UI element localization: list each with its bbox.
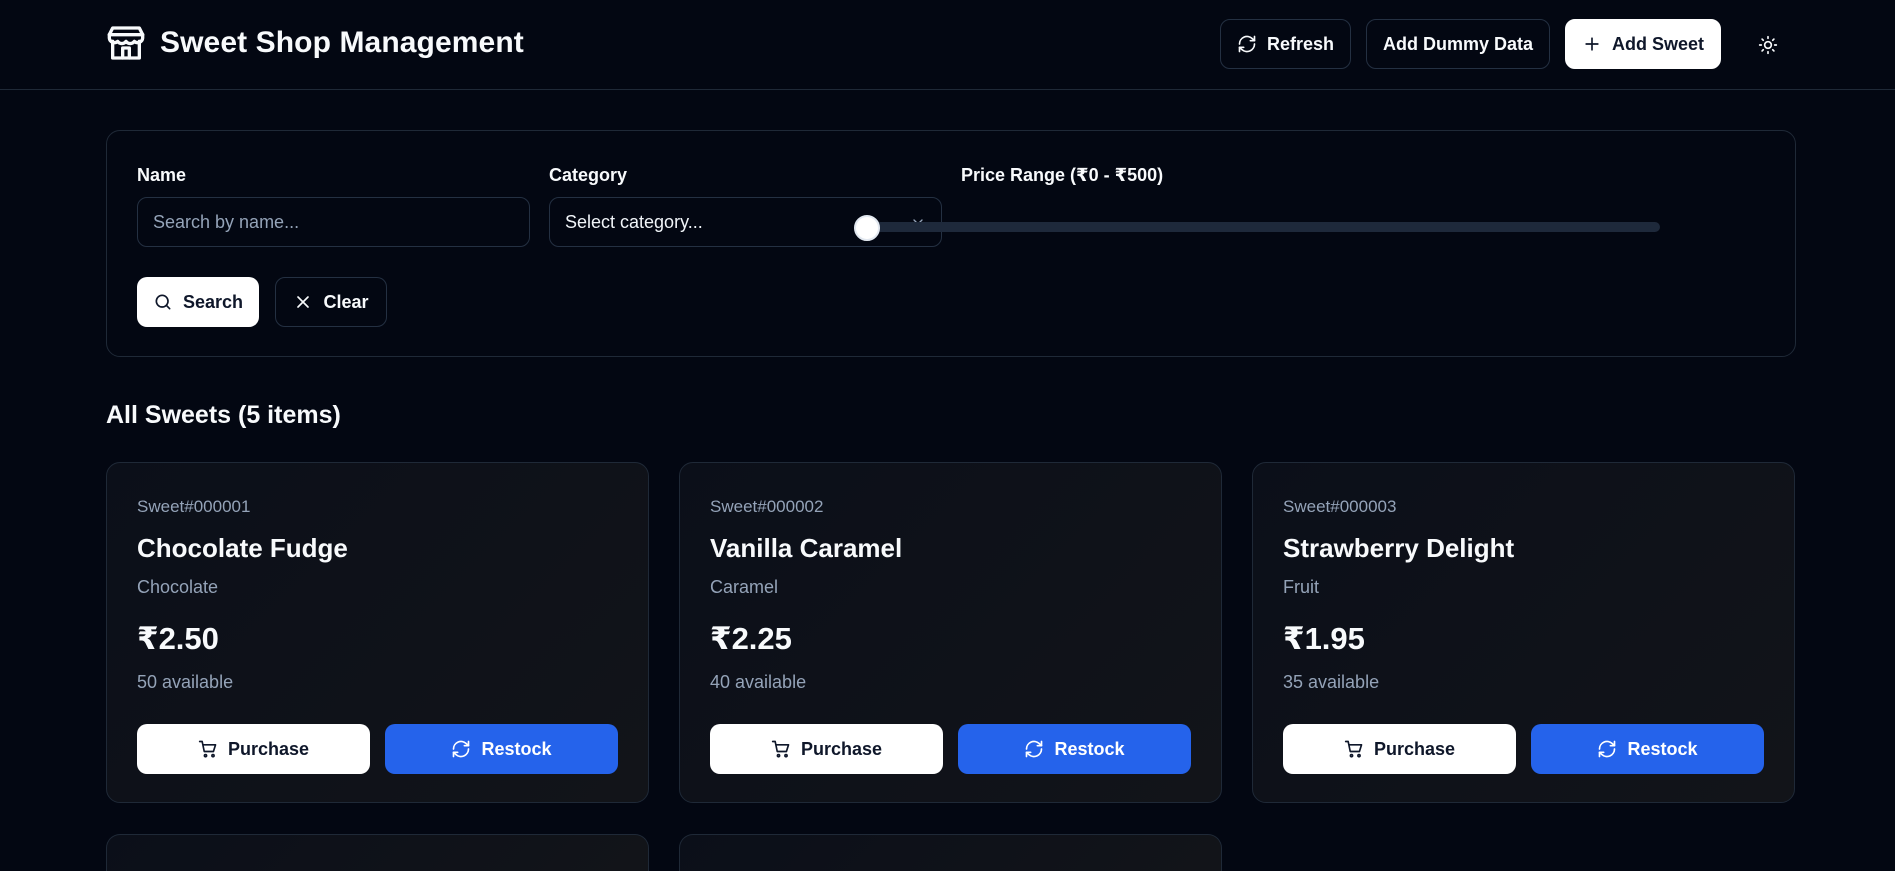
refresh-button[interactable]: Refresh <box>1220 19 1351 69</box>
name-search-input[interactable] <box>137 197 530 247</box>
purchase-label: Purchase <box>1373 738 1456 759</box>
sweet-card-partial <box>679 834 1222 871</box>
sweet-name: Chocolate Fudge <box>137 533 348 563</box>
add-dummy-data-button[interactable]: Add Dummy Data <box>1366 19 1550 69</box>
refresh-icon <box>1026 740 1043 758</box>
sweet-category: Chocolate <box>137 577 219 597</box>
restock-label: Restock <box>481 738 552 759</box>
category-label: Category <box>549 165 628 185</box>
restock-button[interactable]: Restock <box>1531 724 1764 774</box>
refresh-icon <box>1599 740 1616 758</box>
price-range-label: Price Range (₹0 - ₹500) <box>961 165 1164 185</box>
sweet-price: ₹2.50 <box>137 621 219 656</box>
search-icon <box>155 294 171 310</box>
sweet-card: Sweet#000002 Vanilla Caramel Caramel ₹2.… <box>679 462 1222 803</box>
sweet-stock: 50 available <box>137 672 234 692</box>
sweet-price: ₹1.95 <box>1283 621 1365 656</box>
restock-label: Restock <box>1627 738 1698 759</box>
sun-icon <box>1758 35 1778 55</box>
purchase-button[interactable]: Purchase <box>137 724 370 774</box>
refresh-icon <box>453 740 470 758</box>
clear-label: Clear <box>323 291 369 312</box>
plus-icon <box>1585 37 1599 51</box>
sweet-stock: 35 available <box>1283 672 1380 692</box>
refresh-label: Refresh <box>1266 33 1335 54</box>
sweet-name: Strawberry Delight <box>1283 533 1515 563</box>
category-select-value: Select category... <box>565 211 703 232</box>
restock-button[interactable]: Restock <box>385 724 618 774</box>
purchase-label: Purchase <box>227 738 310 759</box>
refresh-icon <box>1238 35 1256 53</box>
search-button[interactable]: Search <box>137 277 259 327</box>
sweet-id: Sweet#000003 <box>1283 497 1397 516</box>
search-label: Search <box>182 291 244 312</box>
sweet-card: Sweet#000001 Chocolate Fudge Chocolate ₹… <box>106 462 649 803</box>
sweet-id: Sweet#000002 <box>710 497 824 516</box>
sweet-category: Fruit <box>1283 577 1319 597</box>
sweet-card: Sweet#000003 Strawberry Delight Fruit ₹1… <box>1252 462 1795 803</box>
restock-button[interactable]: Restock <box>958 724 1191 774</box>
sweet-id: Sweet#000001 <box>137 497 251 516</box>
purchase-button[interactable]: Purchase <box>1283 724 1516 774</box>
sweet-card-partial <box>106 834 649 871</box>
cart-icon <box>1344 740 1363 758</box>
app-title: Sweet Shop Management <box>160 26 524 59</box>
close-icon <box>297 296 310 308</box>
sweets-list-title: All Sweets (5 items) <box>106 401 341 429</box>
cart-icon <box>198 740 217 758</box>
clear-button[interactable]: Clear <box>275 277 387 327</box>
restock-label: Restock <box>1054 738 1125 759</box>
add-sweet-label: Add Sweet <box>1611 33 1704 54</box>
purchase-button[interactable]: Purchase <box>710 724 943 774</box>
sweet-category: Caramel <box>710 577 779 597</box>
price-range-slider-track[interactable] <box>856 222 1660 232</box>
theme-toggle-button[interactable] <box>1755 32 1781 58</box>
sweet-name: Vanilla Caramel <box>710 533 903 563</box>
app-header: Sweet Shop Management Refresh Add Dummy … <box>0 0 1895 90</box>
filter-panel: Name Category Select category... Price R… <box>106 130 1796 357</box>
name-label: Name <box>137 165 187 185</box>
brand: Sweet Shop Management <box>106 23 524 63</box>
sweet-price: ₹2.25 <box>710 621 792 656</box>
add-dummy-data-label: Add Dummy Data <box>1382 33 1534 54</box>
store-icon <box>107 26 145 60</box>
sweet-stock: 40 available <box>710 672 807 692</box>
cart-icon <box>771 740 790 758</box>
price-range-slider-thumb[interactable] <box>854 215 880 241</box>
purchase-label: Purchase <box>800 738 883 759</box>
add-sweet-button[interactable]: Add Sweet <box>1565 19 1721 69</box>
